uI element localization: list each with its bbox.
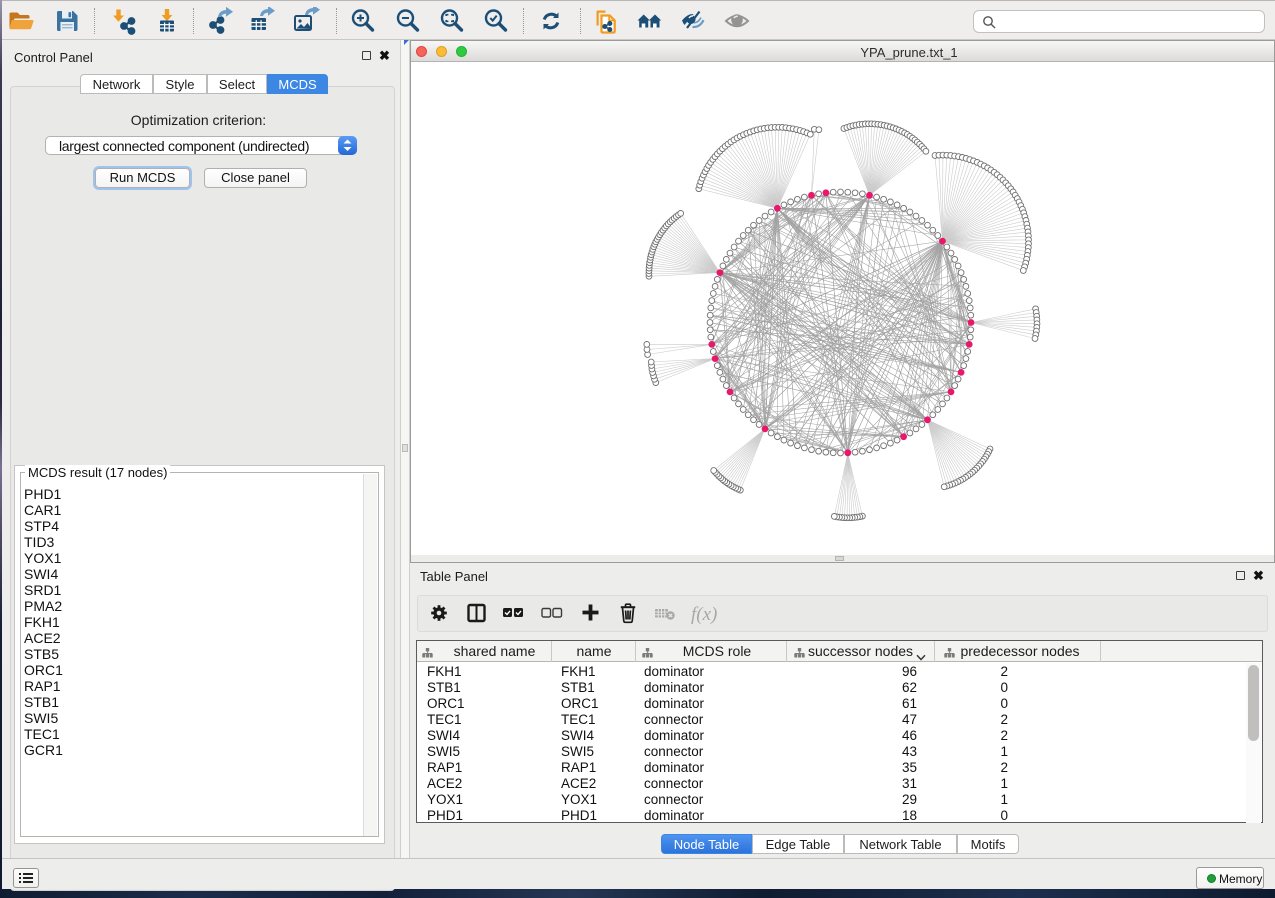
svg-text:f(x): f(x) xyxy=(691,604,717,625)
